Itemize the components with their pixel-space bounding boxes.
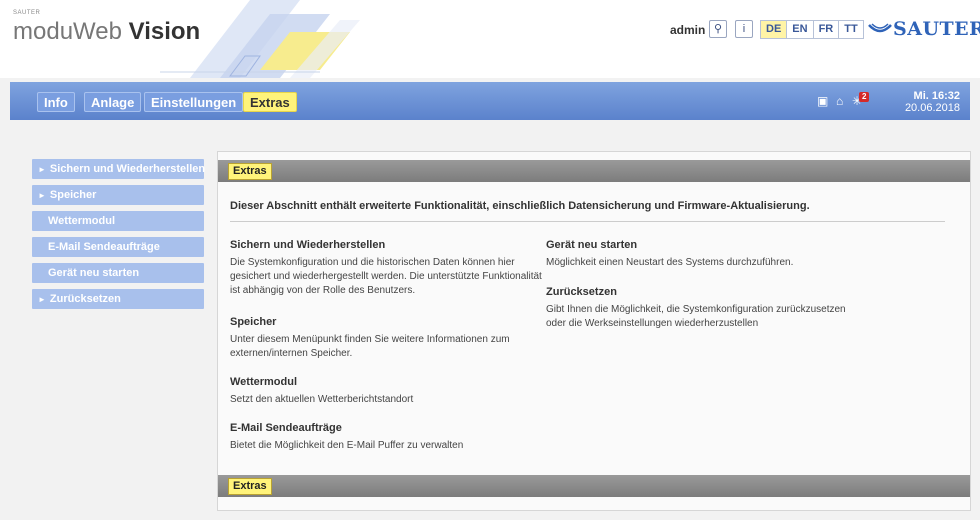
section-title: E-Mail Sendeaufträge: [230, 422, 342, 434]
sidebar-item-label: Speicher: [49, 189, 97, 201]
section-title: Wettermodul: [230, 376, 298, 388]
user-settings-icon[interactable]: ⚲: [709, 20, 727, 38]
section-text: Unter diesem Menüpunkt finden Sie weiter…: [230, 334, 510, 359]
section-text: Setzt den aktuellen Wetterberichtstandor…: [230, 394, 414, 405]
section-title: Zurücksetzen: [546, 286, 617, 298]
expand-arrow-icon: ►: [38, 191, 46, 200]
save-icon[interactable]: ▣: [817, 94, 828, 108]
sidebar-item-sichern[interactable]: ► Sichern und Wiederherstellen: [32, 159, 206, 179]
sidebar-item-speicher[interactable]: ► Speicher: [32, 185, 204, 205]
breadcrumb[interactable]: Extras: [228, 163, 272, 180]
expand-arrow-icon: ►: [38, 165, 46, 174]
sidebar-item-label: E-Mail Sendeaufträge: [48, 241, 160, 253]
alarm-count-badge: 2: [859, 92, 870, 102]
content-panel: Extras Dieser Abschnitt enthält erweiter…: [217, 151, 971, 511]
section-text: Die Systemkonfiguration und die historis…: [230, 257, 542, 296]
section-title: Sichern und Wiederherstellen: [230, 239, 386, 251]
sauter-logo: SAUTER: [867, 18, 980, 40]
lang-tt[interactable]: TT: [839, 21, 863, 38]
section-wettermodul: Wettermodul Setzt den aktuellen Wetterbe…: [230, 376, 542, 407]
sidebar-item-wettermodul[interactable]: Wettermodul: [32, 211, 204, 231]
divider: [230, 221, 945, 222]
datetime-display: Mi. 16:32 20.06.2018: [905, 90, 960, 114]
sidebar-item-label: Gerät neu starten: [48, 267, 140, 279]
tab-info[interactable]: Info: [37, 92, 75, 112]
section-text: Möglichkeit einen Neustart des Systems d…: [546, 257, 794, 268]
sidebar-item-label: Sichern und Wiederherstellen: [49, 163, 206, 175]
section-text: Gibt Ihnen die Möglichkeit, die Systemko…: [546, 304, 846, 329]
section-sichern: Sichern und Wiederherstellen Die Systemk…: [230, 239, 542, 298]
expand-arrow-icon: ►: [38, 295, 46, 304]
app-title-light: moduWeb: [13, 18, 122, 45]
date-label: 20.06.2018: [904, 102, 960, 114]
section-title: Gerät neu starten: [546, 239, 638, 251]
tab-einstellungen[interactable]: Einstellungen: [144, 92, 244, 112]
sidebar-item-neustart[interactable]: Gerät neu starten: [32, 263, 204, 283]
section-text: Bietet die Möglichkeit den E-Mail Puffer…: [230, 440, 464, 451]
section-zuruecksetzen: Zurücksetzen Gibt Ihnen die Möglichkeit,…: [546, 286, 864, 331]
building-icon[interactable]: ⌂: [836, 94, 843, 108]
logo-text: SAUTER: [893, 18, 980, 40]
section-title: Speicher: [230, 316, 277, 328]
tab-extras[interactable]: Extras: [243, 92, 297, 112]
section-neustart: Gerät neu starten Möglichkeit einen Neus…: [546, 239, 866, 270]
tab-anlage[interactable]: Anlage: [84, 92, 142, 112]
header-decoration: [160, 0, 360, 78]
panel-header-bar: Extras: [218, 160, 970, 182]
lang-de[interactable]: DE: [761, 21, 788, 38]
header: SAUTER moduWeb Vision admin ⚲ i DE EN FR…: [0, 0, 980, 78]
main-navigation: Info Anlage Einstellungen Extras ▣ ⌂ ✳ 2…: [10, 82, 970, 120]
logo-swoosh-icon: [868, 23, 892, 33]
lang-en[interactable]: EN: [787, 21, 814, 38]
sidebar-item-email[interactable]: E-Mail Sendeaufträge: [32, 237, 204, 257]
info-icon[interactable]: i: [735, 20, 753, 38]
intro-text: Dieser Abschnitt enthält erweiterte Funk…: [230, 200, 810, 212]
sidebar-item-label: Wettermodul: [48, 215, 116, 227]
sidebar-item-label: Zurücksetzen: [49, 293, 121, 305]
section-email: E-Mail Sendeaufträge Bietet die Möglichk…: [230, 422, 542, 453]
time-label: Mi. 16:32: [913, 90, 960, 102]
language-switcher: DE EN FR TT: [760, 20, 864, 39]
user-name: admin: [670, 23, 706, 37]
lang-fr[interactable]: FR: [813, 21, 840, 38]
brand-small-label: SAUTER: [13, 10, 41, 16]
sidebar-item-zuruecksetzen[interactable]: ► Zurücksetzen: [32, 289, 204, 309]
panel-footer-bar: Extras: [218, 475, 970, 497]
sidebar: ► Sichern und Wiederherstellen ► Speicher …: [32, 159, 206, 315]
breadcrumb-bottom[interactable]: Extras: [228, 478, 272, 495]
section-speicher: Speicher Unter diesem Menüpunkt finden S…: [230, 316, 530, 361]
